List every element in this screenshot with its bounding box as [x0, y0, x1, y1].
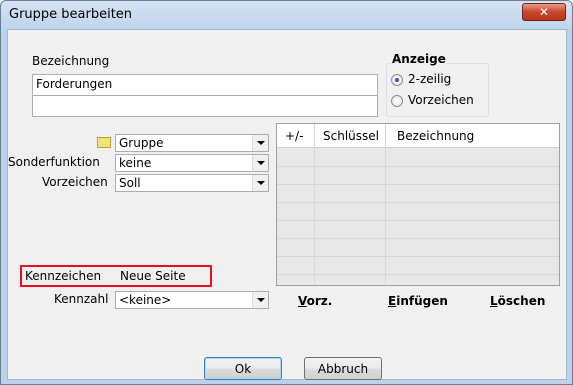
grid-row-line	[277, 274, 559, 275]
title-bar[interactable]: Gruppe bearbeiten ✕	[1, 1, 572, 29]
grid-header: +/- Schlüssel Bezeichnung	[277, 124, 559, 148]
close-icon: ✕	[538, 5, 550, 19]
vorzeichen-label: Vorzeichen	[42, 175, 108, 189]
einfuegen-label: infügen	[396, 294, 448, 308]
chevron-down-icon[interactable]	[252, 292, 268, 308]
radio-2-zeilig-label[interactable]: 2-zeilig	[408, 72, 451, 86]
sonderfunktion-value: keine	[119, 156, 152, 170]
vorz-label: orz.	[306, 294, 333, 308]
radio-2-zeilig[interactable]	[391, 74, 403, 86]
sonderfunktion-combo[interactable]: keine	[115, 154, 269, 172]
gruppe-combo-value: Gruppe	[119, 136, 164, 150]
chevron-down-icon[interactable]	[252, 135, 268, 151]
vorz-button[interactable]: Vorz.	[298, 294, 332, 308]
grid-row-line	[277, 238, 559, 239]
einfuegen-button[interactable]: Einfügen	[388, 294, 448, 308]
grid-row-line	[277, 202, 559, 203]
grid-col-schluessel[interactable]: Schlüssel	[323, 129, 379, 143]
vorzeichen-combo[interactable]: Soll	[115, 174, 269, 192]
ok-button[interactable]: Ok	[204, 357, 282, 380]
radio-vorzeichen-label[interactable]: Vorzeichen	[408, 93, 474, 107]
chevron-down-icon[interactable]	[252, 155, 268, 171]
dialog-body: Bezeichnung Forderungen Anzeige 2-zeilig…	[7, 29, 567, 380]
gruppe-combo[interactable]: Gruppe	[115, 134, 269, 152]
dialog-window: Gruppe bearbeiten ✕ Bezeichnung Forderun…	[0, 0, 573, 385]
kennzahl-label: Kennzahl	[54, 292, 109, 306]
grid-row-line	[277, 220, 559, 221]
grid-col-plusminus[interactable]: +/-	[285, 129, 303, 143]
chevron-down-icon[interactable]	[252, 175, 268, 191]
bezeichnung-line2-input[interactable]	[32, 95, 378, 117]
window-title: Gruppe bearbeiten	[9, 7, 133, 22]
kennzahl-value: <keine>	[119, 293, 172, 307]
grid-col-divider	[314, 124, 315, 285]
abbruch-button[interactable]: Abbruch	[304, 357, 382, 380]
kennzeichen-value[interactable]: Neue Seite	[120, 269, 186, 283]
einfuegen-accel: E	[388, 294, 397, 308]
loeschen-accel: L	[490, 294, 498, 308]
radio-vorzeichen[interactable]	[391, 95, 403, 107]
grid-row-line	[277, 184, 559, 185]
bezeichnung-label: Bezeichnung	[32, 54, 110, 68]
loeschen-label: öschen	[497, 294, 546, 308]
sonderfunktion-label: Sonderfunktion	[8, 155, 100, 169]
vorzeichen-value: Soll	[119, 176, 141, 190]
kennzahl-combo[interactable]: <keine>	[115, 291, 269, 309]
folder-icon	[97, 137, 111, 148]
kennzeichen-label: Kennzeichen	[25, 269, 102, 283]
vorz-accel: V	[298, 294, 307, 308]
close-button[interactable]: ✕	[522, 3, 566, 21]
grid-row-line	[277, 166, 559, 167]
bezeichnung-line1-input[interactable]: Forderungen	[32, 74, 378, 96]
grid-row-line	[277, 256, 559, 257]
schluessel-grid[interactable]: +/- Schlüssel Bezeichnung	[276, 123, 560, 286]
anzeige-title: Anzeige	[391, 52, 447, 66]
loeschen-button[interactable]: Löschen	[490, 294, 545, 308]
grid-col-bezeichnung[interactable]: Bezeichnung	[397, 129, 474, 143]
grid-col-divider	[385, 124, 386, 285]
